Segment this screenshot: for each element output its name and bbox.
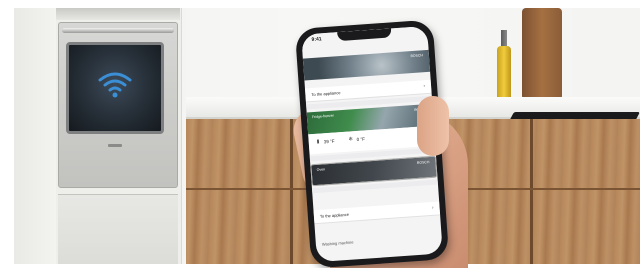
appliance-link-label: To the appliance — [311, 90, 341, 98]
snowflake-icon: ✻ — [348, 136, 354, 143]
appliance-link-label: To the appliance — [319, 211, 350, 219]
chevron-right-icon: › — [431, 204, 434, 211]
appliance-link-row[interactable]: To the appliance › — [313, 201, 441, 225]
wifi-icon — [98, 72, 132, 98]
oven-drawer — [58, 194, 178, 264]
oven-handle — [62, 28, 174, 33]
finger — [417, 96, 449, 156]
left-cabinet — [14, 8, 56, 264]
oven-top-strip — [56, 8, 180, 20]
oil-bottle — [497, 46, 511, 102]
kitchen-scene: 9:41 Home Connect BOSCH To the appliance… — [0, 0, 643, 268]
cutting-board — [522, 8, 562, 100]
cabinet-gap — [290, 119, 293, 264]
freezer-temperature: 0 °F — [356, 136, 366, 143]
oven-logo — [108, 144, 122, 147]
washer-brand-badge: BOSCH — [410, 53, 424, 59]
chevron-right-icon: › — [423, 83, 426, 90]
status-time: 9:41 — [311, 36, 322, 43]
fridge-temperature: 39 °F — [323, 138, 335, 145]
section-title: Washing machine — [321, 239, 354, 247]
fridge-icon: ▮ — [316, 138, 320, 145]
cabinet-gap — [530, 119, 533, 264]
oven-card-name: Oven — [316, 167, 326, 172]
fridge-card-name: Fridge-freezer — [311, 113, 335, 120]
oven-brand-badge: BOSCH — [416, 160, 430, 165]
